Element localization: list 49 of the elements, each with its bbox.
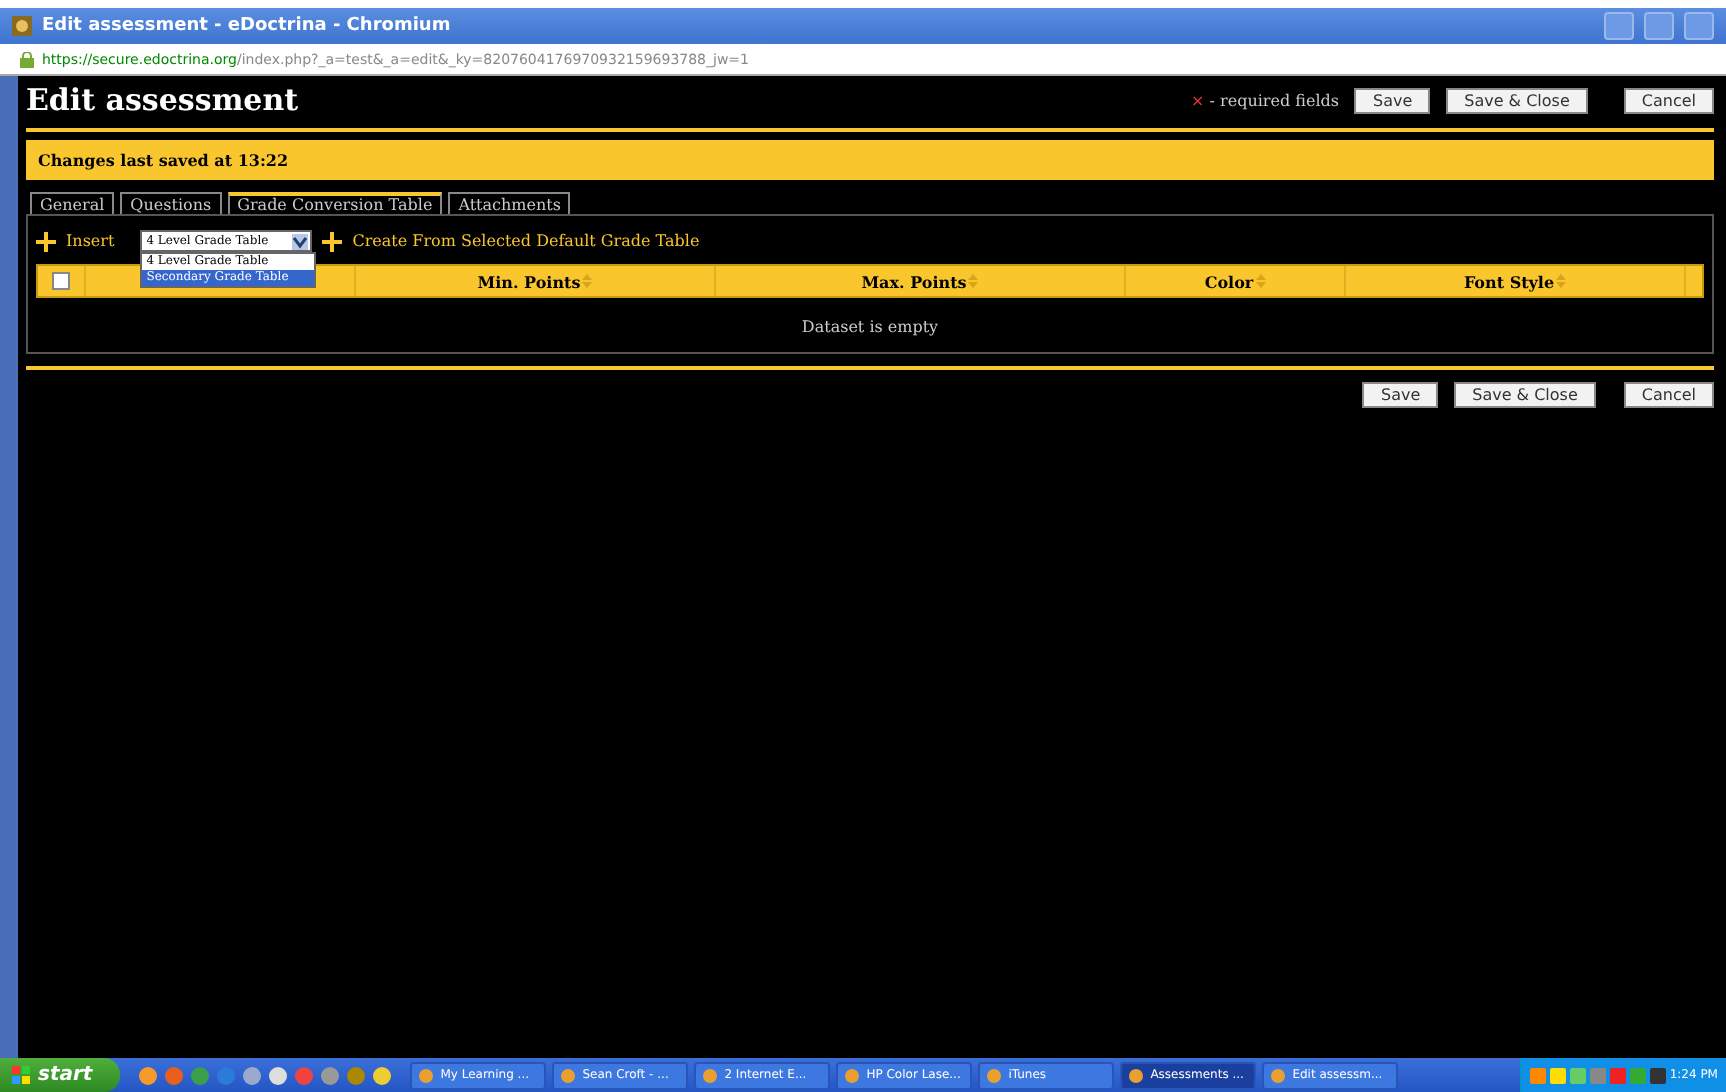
close-button[interactable] [1684, 12, 1714, 40]
quick-launch-icon[interactable] [190, 1065, 211, 1085]
app-icon [418, 1067, 435, 1083]
app-icon [560, 1067, 577, 1083]
sort-icon[interactable] [582, 274, 593, 288]
quick-launch-icon[interactable] [372, 1065, 393, 1085]
plus-icon [36, 231, 56, 251]
column-header[interactable]: Min. Points [477, 271, 581, 291]
plus-icon [322, 231, 343, 251]
required-note: × - required fields [1191, 91, 1339, 109]
column-header[interactable]: Max. Points [861, 271, 967, 291]
minimize-button[interactable] [1604, 12, 1634, 40]
tab[interactable]: Grade Conversion Table [227, 192, 443, 214]
column-header[interactable]: Font Style [1463, 271, 1555, 291]
tab[interactable]: Questions [120, 192, 222, 214]
cancel-button[interactable]: Cancel [1623, 87, 1714, 113]
window-title: Edit assessment - eDoctrina - Chromium [42, 16, 453, 36]
quick-launch-icon[interactable] [268, 1065, 289, 1085]
page-title: Edit assessment [26, 82, 301, 118]
select-all-checkbox[interactable] [52, 272, 70, 290]
column-header[interactable]: Color [1204, 271, 1254, 291]
quick-launch-icon[interactable] [138, 1065, 159, 1085]
quick-launch-icon[interactable] [242, 1065, 263, 1085]
cancel-button[interactable]: Cancel [1623, 382, 1714, 408]
save-notice: Changes last saved at 13:22 [26, 140, 1714, 180]
app-icon [702, 1067, 719, 1083]
create-from-default-link[interactable]: Create From Selected Default Grade Table [352, 232, 700, 250]
quick-launch-icon[interactable] [346, 1065, 367, 1085]
sort-icon[interactable] [1556, 274, 1567, 288]
app-icon [986, 1067, 1003, 1083]
save-button[interactable]: Save [1362, 382, 1439, 408]
tab[interactable]: General [30, 192, 115, 214]
app-icon [12, 16, 32, 36]
app-icon [1270, 1067, 1287, 1083]
quick-launch-icon[interactable] [320, 1065, 341, 1085]
restore-button[interactable] [1644, 12, 1674, 40]
tab[interactable]: Attachments [448, 192, 571, 214]
save-close-button[interactable]: Save & Close [1446, 87, 1588, 113]
caret-icon [292, 233, 309, 249]
save-button[interactable]: Save [1354, 87, 1431, 113]
sort-icon[interactable] [1255, 274, 1266, 288]
save-close-button[interactable]: Save & Close [1454, 382, 1596, 408]
lock-icon [20, 51, 34, 67]
app-icon [844, 1067, 861, 1083]
insert-link[interactable]: Insert [66, 232, 115, 250]
app-icon [1128, 1067, 1145, 1083]
windows-logo-icon [12, 1066, 30, 1084]
empty-message: Dataset is empty [799, 318, 941, 336]
sort-icon[interactable] [968, 274, 979, 288]
